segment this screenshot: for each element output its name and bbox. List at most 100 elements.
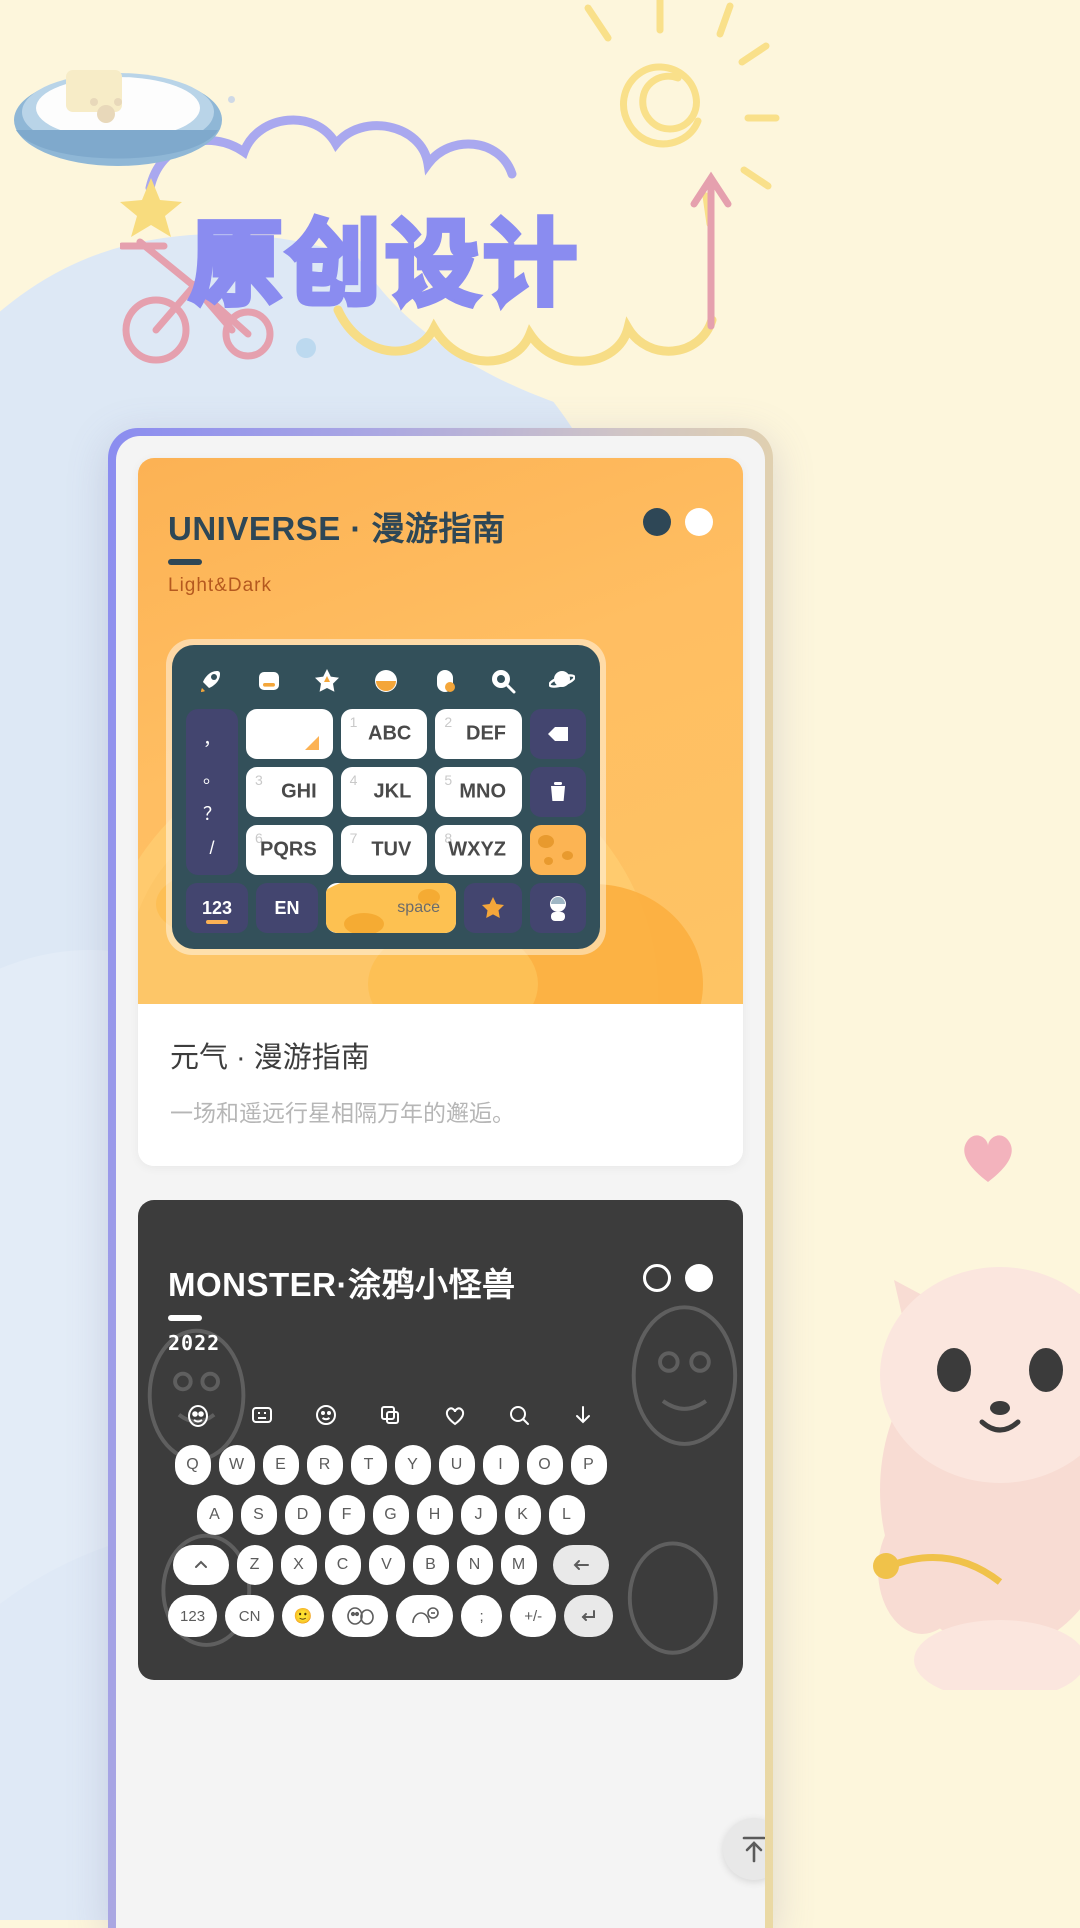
cheese-hole xyxy=(344,913,384,933)
theme-card-universe[interactable]: UNIVERSE · 漫游指南 Light&Dark ， 。 ？ / 1 ABC… xyxy=(138,458,743,1166)
key-emoji[interactable]: 🙂 xyxy=(282,1595,324,1637)
key-w[interactable]: W xyxy=(218,1445,255,1485)
key-enter[interactable] xyxy=(563,1595,613,1637)
monster-icon[interactable] xyxy=(184,1401,212,1429)
keyboard-main: ， 。 ？ / 1 ABC 2 DEF 3 GHI 4 JKL 5 MNO 6 … xyxy=(186,709,586,875)
shift-icon[interactable] xyxy=(172,1545,229,1585)
key-c[interactable]: C xyxy=(324,1545,361,1585)
key-wxyz[interactable]: 8 WXYZ xyxy=(435,825,523,875)
keypad-grid: 1 ABC 2 DEF 3 GHI 4 JKL 5 MNO 6 PQRS 7 T… xyxy=(246,709,523,875)
key-semicolon[interactable]: ; xyxy=(460,1595,503,1637)
key-d[interactable]: D xyxy=(284,1495,321,1535)
keypad-row: 6 PQRS 7 TUV 8 WXYZ xyxy=(246,825,523,875)
key-o[interactable]: O xyxy=(526,1445,563,1485)
variant-dot-light[interactable] xyxy=(685,1264,713,1292)
search-icon[interactable] xyxy=(489,667,517,695)
key-r[interactable]: R xyxy=(306,1445,343,1485)
search-icon[interactable] xyxy=(505,1401,533,1429)
key-q[interactable]: Q xyxy=(174,1445,211,1485)
card-icon[interactable] xyxy=(255,667,283,695)
key-language[interactable]: EN xyxy=(256,883,318,933)
star-icon[interactable] xyxy=(464,883,522,933)
punct-comma[interactable]: ， xyxy=(203,725,221,751)
heart-icon[interactable] xyxy=(441,1401,469,1429)
title-underline xyxy=(168,559,202,565)
key-t[interactable]: T xyxy=(350,1445,387,1485)
capsule-icon[interactable] xyxy=(431,667,459,695)
delete-icon[interactable] xyxy=(530,767,586,817)
punctuation-column[interactable]: ， 。 ？ / xyxy=(186,709,238,875)
key-s[interactable]: S xyxy=(240,1495,277,1535)
punct-slash[interactable]: / xyxy=(209,838,214,859)
key-language[interactable]: CN xyxy=(225,1595,275,1637)
key-n[interactable]: N xyxy=(456,1545,493,1585)
cloud-icon xyxy=(145,115,517,193)
punct-period[interactable]: 。 xyxy=(203,763,221,789)
key-j[interactable]: J xyxy=(460,1495,497,1535)
key-v[interactable]: V xyxy=(368,1545,405,1585)
active-underline xyxy=(206,920,228,924)
key-i[interactable]: I xyxy=(482,1445,519,1485)
theme-title: MONSTER·涂鸦小怪兽 xyxy=(168,1266,516,1303)
key-m[interactable]: M xyxy=(500,1545,537,1585)
key-l[interactable]: L xyxy=(548,1495,585,1535)
planet-icon[interactable] xyxy=(548,667,576,695)
key-g[interactable]: G xyxy=(372,1495,409,1535)
key-mno[interactable]: 5 MNO xyxy=(435,767,523,817)
theme-variant-dots[interactable] xyxy=(643,508,713,536)
heart-icon xyxy=(964,1135,1012,1182)
scroll-to-top-button[interactable] xyxy=(723,1818,765,1880)
qwerty-row-2: ASDFGHJKL xyxy=(168,1495,613,1535)
key-abc[interactable]: 1 ABC xyxy=(340,709,428,759)
variant-dot-dark[interactable] xyxy=(643,508,671,536)
key-pqrs[interactable]: 6 PQRS xyxy=(246,825,333,875)
key-p[interactable]: P xyxy=(570,1445,607,1485)
keyboard-toolbar[interactable] xyxy=(168,1401,613,1445)
key-def[interactable]: 2 DEF xyxy=(435,709,523,759)
key-space[interactable]: space xyxy=(326,883,456,933)
star-icon[interactable] xyxy=(313,667,341,695)
theme-preview-universe: UNIVERSE · 漫游指南 Light&Dark ， 。 ？ / 1 ABC… xyxy=(138,458,743,1004)
key-ghi[interactable]: 3 GHI xyxy=(246,767,333,817)
key-u[interactable]: U xyxy=(438,1445,475,1485)
copy-icon[interactable] xyxy=(376,1401,404,1429)
backspace-icon[interactable] xyxy=(530,709,586,759)
key-tuv[interactable]: 7 TUV xyxy=(340,825,428,875)
backspace-icon[interactable] xyxy=(552,1545,609,1585)
key-y[interactable]: Y xyxy=(394,1445,431,1485)
key-monster-sticker[interactable] xyxy=(331,1595,389,1637)
variant-dot-light[interactable] xyxy=(685,508,713,536)
moon-icon[interactable] xyxy=(372,667,400,695)
key-h[interactable]: H xyxy=(416,1495,453,1535)
theme-title-block: UNIVERSE · 漫游指南 Light&Dark xyxy=(168,502,506,597)
key-b[interactable]: B xyxy=(412,1545,449,1585)
astronaut-icon[interactable] xyxy=(530,883,586,933)
key-numeric-mode[interactable]: 123 xyxy=(186,883,248,933)
key-x[interactable]: X xyxy=(280,1545,317,1585)
variant-dot-ring[interactable] xyxy=(643,1264,671,1292)
keyboard-bottom-row: 123 EN space xyxy=(186,883,586,933)
key-z[interactable]: Z xyxy=(236,1545,273,1585)
key-k[interactable]: K xyxy=(504,1495,541,1535)
key-blank[interactable] xyxy=(246,709,333,759)
key-e[interactable]: E xyxy=(262,1445,299,1485)
key-a[interactable]: A xyxy=(196,1495,233,1535)
keyboard-frame: ， 。 ？ / 1 ABC 2 DEF 3 GHI 4 JKL 5 MNO 6 … xyxy=(166,639,606,955)
emoji-icon[interactable] xyxy=(312,1401,340,1429)
key-numeric-mode[interactable]: 123 xyxy=(168,1595,218,1637)
star-icon xyxy=(120,178,182,237)
rocket-icon[interactable] xyxy=(196,667,224,695)
theme-meta-universe: 元气 · 漫游指南 一场和遥远行星相隔万年的邂逅。 xyxy=(138,1004,743,1166)
punct-question[interactable]: ？ xyxy=(203,800,221,826)
keyboard-toolbar[interactable] xyxy=(186,661,586,709)
cheese-enter-key[interactable] xyxy=(530,825,586,875)
theme-card-monster[interactable]: MONSTER·涂鸦小怪兽 2022 Q W E R T Y U I O P A… xyxy=(138,1200,743,1680)
theme-variant-dots[interactable] xyxy=(643,1264,713,1292)
theme-meta-title: 元气 · 漫游指南 xyxy=(170,1042,370,1074)
key-symbols[interactable]: +/- xyxy=(510,1595,556,1637)
key-f[interactable]: F xyxy=(328,1495,365,1535)
grid-icon[interactable] xyxy=(248,1401,276,1429)
download-icon[interactable] xyxy=(569,1401,597,1429)
key-doodle-sticker[interactable] xyxy=(396,1595,453,1637)
key-jkl[interactable]: 4 JKL xyxy=(340,767,428,817)
